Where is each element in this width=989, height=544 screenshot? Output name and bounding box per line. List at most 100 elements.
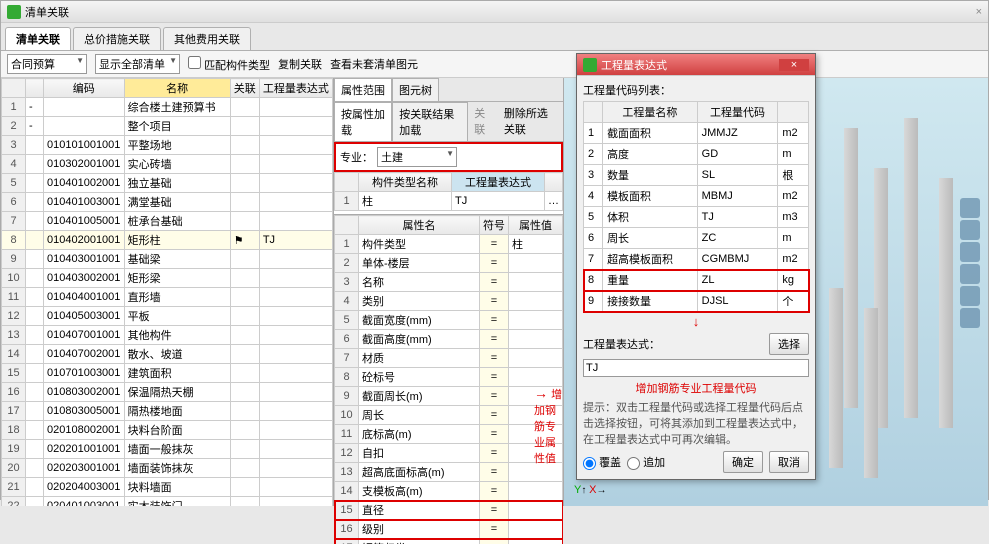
assoc-label: 关联 [468, 102, 498, 141]
table-row[interactable]: 9截面周长(m)= [335, 387, 563, 406]
window-title: 清单关联 [25, 4, 69, 20]
table-row[interactable]: 13010407001001其他构件 [2, 326, 333, 345]
table-row[interactable]: 3名称= [335, 273, 563, 292]
toolbar: 合同预算 显示全部清单 匹配构件类型 复制关联 查看未套清单图元 [1, 51, 988, 78]
table-row[interactable]: 20020203001001墙面装饰抹灰 [2, 459, 333, 478]
profession-label: 专业： [340, 149, 373, 165]
table-row[interactable]: 3010101001001平整场地 [2, 136, 333, 155]
tab-load-by-result[interactable]: 按关联结果加载 [392, 102, 468, 141]
table-row[interactable]: 1构件类型=柱 [335, 235, 563, 254]
main-tabs: 清单关联 总价措施关联 其他费用关联 [1, 23, 988, 51]
budget-combo[interactable]: 合同预算 [7, 54, 87, 74]
expr-row: 工程量表达式： 选择 [583, 333, 809, 355]
table-row[interactable]: 11底标高(m)= [335, 425, 563, 444]
app-icon [7, 5, 21, 19]
middle-pane: 属性范围 图元树 按属性加载 按关联结果加载 关联 删除所选关联 专业： 土建 … [334, 78, 564, 506]
table-row[interactable]: 4模板面积MBMJm2 [584, 186, 809, 207]
tab-list-assoc[interactable]: 清单关联 [5, 27, 71, 50]
expression-dialog: 工程量表达式 × 工程量代码列表： 工程量名称工程量代码1截面面积JMMJZm2… [576, 53, 816, 480]
overwrite-radio[interactable]: 覆盖 [583, 454, 621, 470]
pan-icon [960, 220, 980, 240]
expression-input[interactable] [583, 359, 809, 377]
cancel-button[interactable]: 取消 [769, 451, 809, 473]
profession-row: 专业： 土建 [334, 142, 563, 172]
match-checkbox[interactable]: 匹配构件类型 [188, 56, 270, 73]
table-row[interactable]: 5010401002001独立基础 [2, 174, 333, 193]
table-row[interactable]: 6010401003001满堂基础 [2, 193, 333, 212]
view-tools[interactable] [960, 198, 980, 328]
mid-top-tabs: 属性范围 图元树 [334, 78, 563, 102]
table-row[interactable]: 1截面面积JMMJZm2 [584, 123, 809, 144]
table-row[interactable]: 18020108002001块料台阶面 [2, 421, 333, 440]
delete-assoc-button[interactable]: 删除所选关联 [498, 102, 563, 141]
table-row[interactable]: 22020401003001实木装饰门 [2, 497, 333, 507]
close-icon[interactable]: × [976, 6, 982, 18]
table-row[interactable]: 16010803002001保温隔热天棚 [2, 383, 333, 402]
view-unassigned-button[interactable]: 查看未套清单图元 [330, 56, 418, 72]
table-row[interactable]: 3数量SL根 [584, 165, 809, 186]
type-expr-grid[interactable]: 构件类型名称工程量表达式 1柱TJ… [334, 172, 563, 214]
tab-other-assoc[interactable]: 其他费用关联 [163, 27, 251, 50]
tab-load-by-prop[interactable]: 按属性加载 [334, 102, 392, 141]
table-row[interactable]: 4类别= [335, 292, 563, 311]
annotation-arrow: → 增加钢筋专业属性值 [534, 385, 563, 466]
dialog-icon [583, 58, 597, 72]
code-list-grid[interactable]: 工程量名称工程量代码1截面面积JMMJZm22高度GDm3数量SL根4模板面积M… [583, 101, 809, 312]
table-row[interactable]: 17钢筋归类= [335, 539, 563, 544]
copy-assoc-button[interactable]: 复制关联 [278, 56, 322, 72]
table-row[interactable]: 1-综合楼土建预算书 [2, 98, 333, 117]
dialog-title: 工程量表达式 [601, 57, 667, 73]
code-list-label: 工程量代码列表： [583, 82, 809, 98]
table-row[interactable]: 2高度GDm [584, 144, 809, 165]
property-grid[interactable]: 属性名符号属性值1构件类型=柱2单体-楼层=3名称=4类别=5截面宽度(mm)=… [334, 214, 563, 544]
hint-text: 提示：双击工程量代码或选择工程量代码后点击选择按钮，可将其添加到工程量表达式中，… [583, 399, 809, 447]
table-row[interactable]: 7材质= [335, 349, 563, 368]
table-row[interactable]: 9接接数量DJSL个 [584, 291, 809, 312]
table-row[interactable]: 8重量ZLkg [584, 270, 809, 291]
table-row[interactable]: 6截面高度(mm)= [335, 330, 563, 349]
profession-combo[interactable]: 土建 [377, 147, 457, 167]
table-row[interactable]: 9010403001001基础梁 [2, 250, 333, 269]
table-row[interactable]: 5体积TJm3 [584, 207, 809, 228]
table-row[interactable]: 14支模板高(m)= [335, 482, 563, 501]
table-row[interactable]: 14010407002001散水、坡道 [2, 345, 333, 364]
tab-price-assoc[interactable]: 总价措施关联 [73, 27, 161, 50]
display-combo[interactable]: 显示全部清单 [95, 54, 180, 74]
table-row[interactable]: 4010302001001实心砖墙 [2, 155, 333, 174]
table-row[interactable]: 2-整个项目 [2, 117, 333, 136]
table-row[interactable]: 13超高底面标高(m)= [335, 463, 563, 482]
table-row[interactable]: 12010405003001平板 [2, 307, 333, 326]
table-row[interactable]: 10010403002001矩形梁 [2, 269, 333, 288]
table-row[interactable]: 21020204003001块料墙面 [2, 478, 333, 497]
append-radio[interactable]: 追加 [627, 454, 665, 470]
select-button[interactable]: 选择 [769, 333, 809, 355]
table-row[interactable]: 5截面宽度(mm)= [335, 311, 563, 330]
table-row[interactable]: 6周长ZCm [584, 228, 809, 249]
bill-list-grid[interactable]: 编码名称关联工程量表达式1-综合楼土建预算书2-整个项目301010100100… [1, 78, 333, 506]
table-row[interactable]: 8010402001001矩形柱⚑TJ [2, 231, 333, 250]
table-row[interactable]: 10周长= [335, 406, 563, 425]
dialog-titlebar[interactable]: 工程量表达式 × [577, 54, 815, 76]
tab-elem-tree[interactable]: 图元树 [392, 78, 439, 101]
left-pane: 编码名称关联工程量表达式1-综合楼土建预算书2-整个项目301010100100… [1, 78, 334, 506]
close-icon[interactable]: × [779, 59, 809, 71]
reset-icon [960, 308, 980, 328]
tab-prop-scope[interactable]: 属性范围 [334, 78, 392, 101]
zoom-icon [960, 242, 980, 262]
table-row[interactable]: 19020201001001墙面一般抹灰 [2, 440, 333, 459]
table-row[interactable]: 11010404001001直形墙 [2, 288, 333, 307]
table-row[interactable]: 12自扣= [335, 444, 563, 463]
table-row[interactable]: 17010803005001隔热楼地面 [2, 402, 333, 421]
ellipsis-button[interactable]: … [545, 192, 563, 211]
ok-button[interactable]: 确定 [723, 451, 763, 473]
orbit-icon [960, 198, 980, 218]
table-row[interactable]: 8砼标号= [335, 368, 563, 387]
table-row[interactable]: 7超高模板面积CGMBMJm2 [584, 249, 809, 270]
table-row[interactable]: 16级别= [335, 520, 563, 539]
mid-sub-tabs: 按属性加载 按关联结果加载 关联 删除所选关联 [334, 102, 563, 142]
table-row[interactable]: 2单体-楼层= [335, 254, 563, 273]
table-row[interactable]: 15010701003001建筑面积 [2, 364, 333, 383]
table-row[interactable]: 7010401005001桩承台基础 [2, 212, 333, 231]
fit-icon [960, 264, 980, 284]
table-row[interactable]: 15直径= [335, 501, 563, 520]
